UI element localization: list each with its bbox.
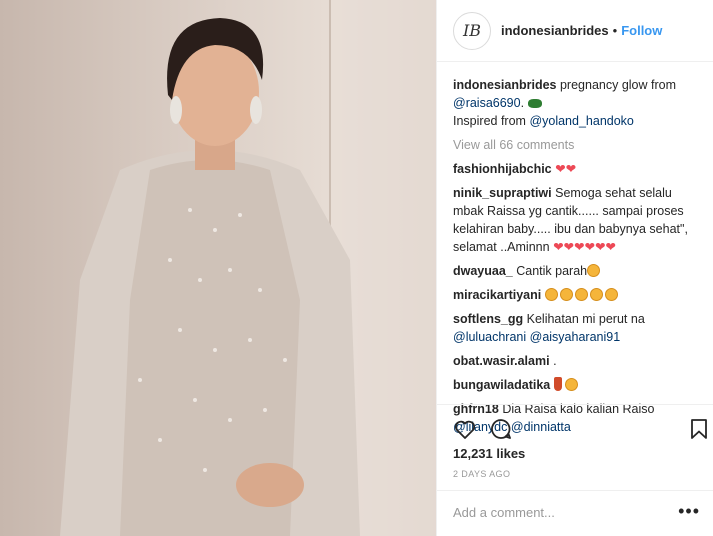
comment-icon[interactable] (489, 417, 513, 441)
kiss-face-icon (544, 288, 558, 301)
caption-mention-yoland[interactable]: @yoland_handoko (529, 114, 633, 128)
kiss-face-icon (559, 288, 573, 301)
action-bar (437, 404, 713, 452)
list-item: obat.wasir.alami . (453, 352, 705, 370)
post-side-panel: IB indonesianbrides • Follow indonesianb… (436, 0, 713, 536)
more-options-icon[interactable]: ••• (678, 501, 700, 522)
view-all-comments-link[interactable]: View all 66 comments (453, 136, 705, 154)
follow-button[interactable]: Follow (621, 23, 662, 38)
comment-hearts: ❤❤❤❤❤❤ (553, 240, 616, 254)
emoji-icon (527, 99, 542, 108)
list-item: dwayuaa_ Cantik parah (453, 262, 705, 280)
comment-username[interactable]: obat.wasir.alami (453, 354, 550, 368)
comment-username[interactable]: fashionhijabchic (453, 162, 552, 176)
comment-username[interactable]: bungawiladatika (453, 378, 550, 392)
header-separator: • (612, 23, 618, 38)
list-item: miracikartiyani (453, 286, 705, 304)
list-item: softlens_gg Kelihatan mi perut na @lulua… (453, 310, 705, 346)
comment-username[interactable]: dwayuaa_ (453, 264, 513, 278)
comment-username[interactable]: ninik_supraptiwi (453, 186, 552, 200)
avatar-monogram: IB (462, 21, 482, 40)
laughing-face-icon (587, 264, 601, 277)
dancer-icon (553, 377, 562, 391)
kiss-face-icon (604, 288, 618, 301)
kiss-face-icon (574, 288, 588, 301)
comment-username[interactable]: softlens_gg (453, 312, 523, 326)
photo-illustration (60, 0, 436, 536)
caption: indonesianbrides pregnancy glow from @ra… (453, 76, 705, 130)
caption-mention-raisa[interactable]: @raisa6690 (453, 96, 521, 110)
comment-text: Kelihatan mi perut na (526, 312, 645, 326)
header-username[interactable]: indonesianbrides (501, 23, 609, 38)
comment-text: . (553, 354, 557, 368)
caption-text: pregnancy glow from (559, 78, 677, 92)
list-item: fashionhijabchic ❤❤ (453, 160, 705, 178)
add-comment-input[interactable]: Add a comment... (453, 505, 555, 520)
bookmark-icon[interactable] (687, 417, 711, 441)
comment-text: ❤❤ (555, 162, 577, 176)
kiss-face-icon (589, 288, 603, 301)
list-item: ninik_supraptiwi Semoga sehat selalu mba… (453, 184, 705, 256)
comment-list: indonesianbrides pregnancy glow from @ra… (453, 76, 705, 442)
avatar[interactable]: IB (453, 11, 491, 50)
caption-username[interactable]: indonesianbrides (453, 78, 557, 92)
comment-mention[interactable]: @aisyaharani91 (530, 330, 621, 344)
comment-text: Cantik parah (516, 264, 588, 278)
add-comment-bar: Add a comment... ••• (437, 490, 713, 536)
caption-inspired: Inspired from (453, 114, 526, 128)
comment-mention[interactable]: @luluachrani (453, 330, 526, 344)
list-item: bungawiladatika (453, 376, 705, 394)
timestamp[interactable]: 2 DAYS AGO (453, 469, 510, 479)
comment-username[interactable]: miracikartiyani (453, 288, 541, 302)
like-count[interactable]: 12,231 likes (453, 446, 525, 461)
heart-icon[interactable] (453, 417, 477, 441)
caption-period: . (520, 96, 525, 110)
post-header: IB indonesianbrides • Follow (437, 0, 713, 62)
heart-eyes-face-icon (565, 378, 579, 391)
post-photo[interactable] (0, 0, 436, 536)
